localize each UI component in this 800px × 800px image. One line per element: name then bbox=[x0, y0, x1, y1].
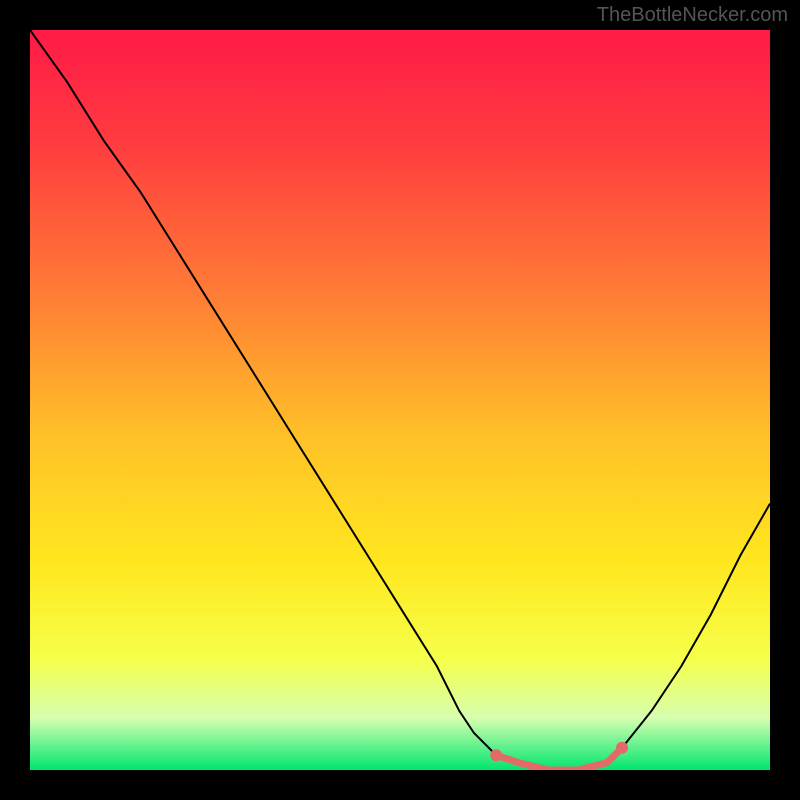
watermark-text: TheBottleNecker.com bbox=[597, 4, 788, 27]
chart-area bbox=[30, 30, 770, 770]
chart-svg bbox=[30, 30, 770, 770]
chart-background bbox=[30, 30, 770, 770]
sweet-spot-endpoint bbox=[490, 749, 502, 761]
sweet-spot-endpoint bbox=[616, 742, 628, 754]
